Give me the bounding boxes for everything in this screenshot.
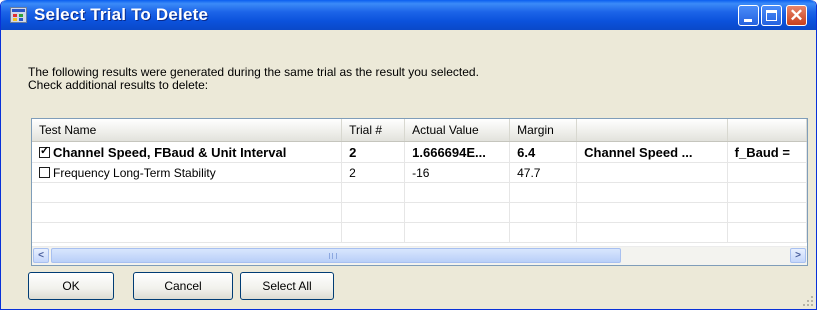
column-header-actual-value[interactable]: Actual Value [404,119,511,142]
empty-row [32,182,807,203]
cell-test-name: Channel Speed, FBaud & Unit Interval [32,141,343,163]
scroll-right-icon[interactable]: > [790,248,806,263]
maximize-button[interactable] [761,5,782,26]
column-header-5[interactable] [576,119,728,142]
title-bar[interactable]: Select Trial To Delete ✕ [1,0,816,30]
results-table: Test Name Trial # Actual Value Margin Ch… [32,119,807,243]
select-trial-dialog: Select Trial To Delete ✕ The following r… [0,0,817,310]
instruction-text: The following results were generated dur… [28,66,728,92]
cancel-button[interactable]: Cancel [133,272,233,300]
empty-row [32,222,807,243]
test-name-text: Channel Speed, FBaud & Unit Interval [53,144,287,160]
close-icon: ✕ [789,6,804,25]
cell-col6: f_Baud = [727,141,807,163]
app-icon [10,7,27,23]
window-title: Select Trial To Delete [34,5,209,24]
column-header-6[interactable] [727,119,807,142]
column-header-trial[interactable]: Trial # [341,119,406,142]
cell-margin: 6.4 [509,141,578,163]
cell-trial: 2 [341,162,406,183]
minimize-button[interactable] [738,5,759,26]
row-checkbox[interactable] [39,144,50,158]
cell-trial: 2 [341,141,406,163]
row-checkbox[interactable] [39,166,50,178]
column-header-margin[interactable]: Margin [509,119,578,142]
test-name-text: Frequency Long-Term Stability [53,165,216,180]
resize-grip-icon[interactable] [801,294,813,306]
cell-col5 [576,162,728,183]
results-grid[interactable]: Test Name Trial # Actual Value Margin Ch… [31,118,808,266]
instruction-line-2: Check additional results to delete: [28,78,209,92]
empty-row [32,202,807,223]
table-row[interactable]: Channel Speed, FBaud & Unit Interval 2 1… [32,141,807,163]
table-row[interactable]: Frequency Long-Term Stability 2 -16 47.7 [32,162,807,183]
select-all-button[interactable]: Select All [240,272,334,300]
grip-icon [329,253,337,259]
cell-test-name: Frequency Long-Term Stability [32,162,343,183]
cell-margin: 47.7 [509,162,578,183]
ok-button[interactable]: OK [28,272,114,300]
column-header-test-name[interactable]: Test Name [32,119,343,142]
scroll-left-icon[interactable]: < [33,248,49,263]
scrollbar-thumb[interactable] [51,248,621,263]
cell-actual-value: -16 [404,162,511,183]
horizontal-scrollbar[interactable]: < > [32,246,807,265]
minimize-icon [744,19,752,22]
cell-col6 [727,162,807,183]
cell-actual-value: 1.666694E... [404,141,511,163]
close-button[interactable]: ✕ [786,5,807,26]
header-row: Test Name Trial # Actual Value Margin [32,119,807,142]
maximize-icon [766,10,777,21]
cell-col5: Channel Speed ... [576,141,728,163]
